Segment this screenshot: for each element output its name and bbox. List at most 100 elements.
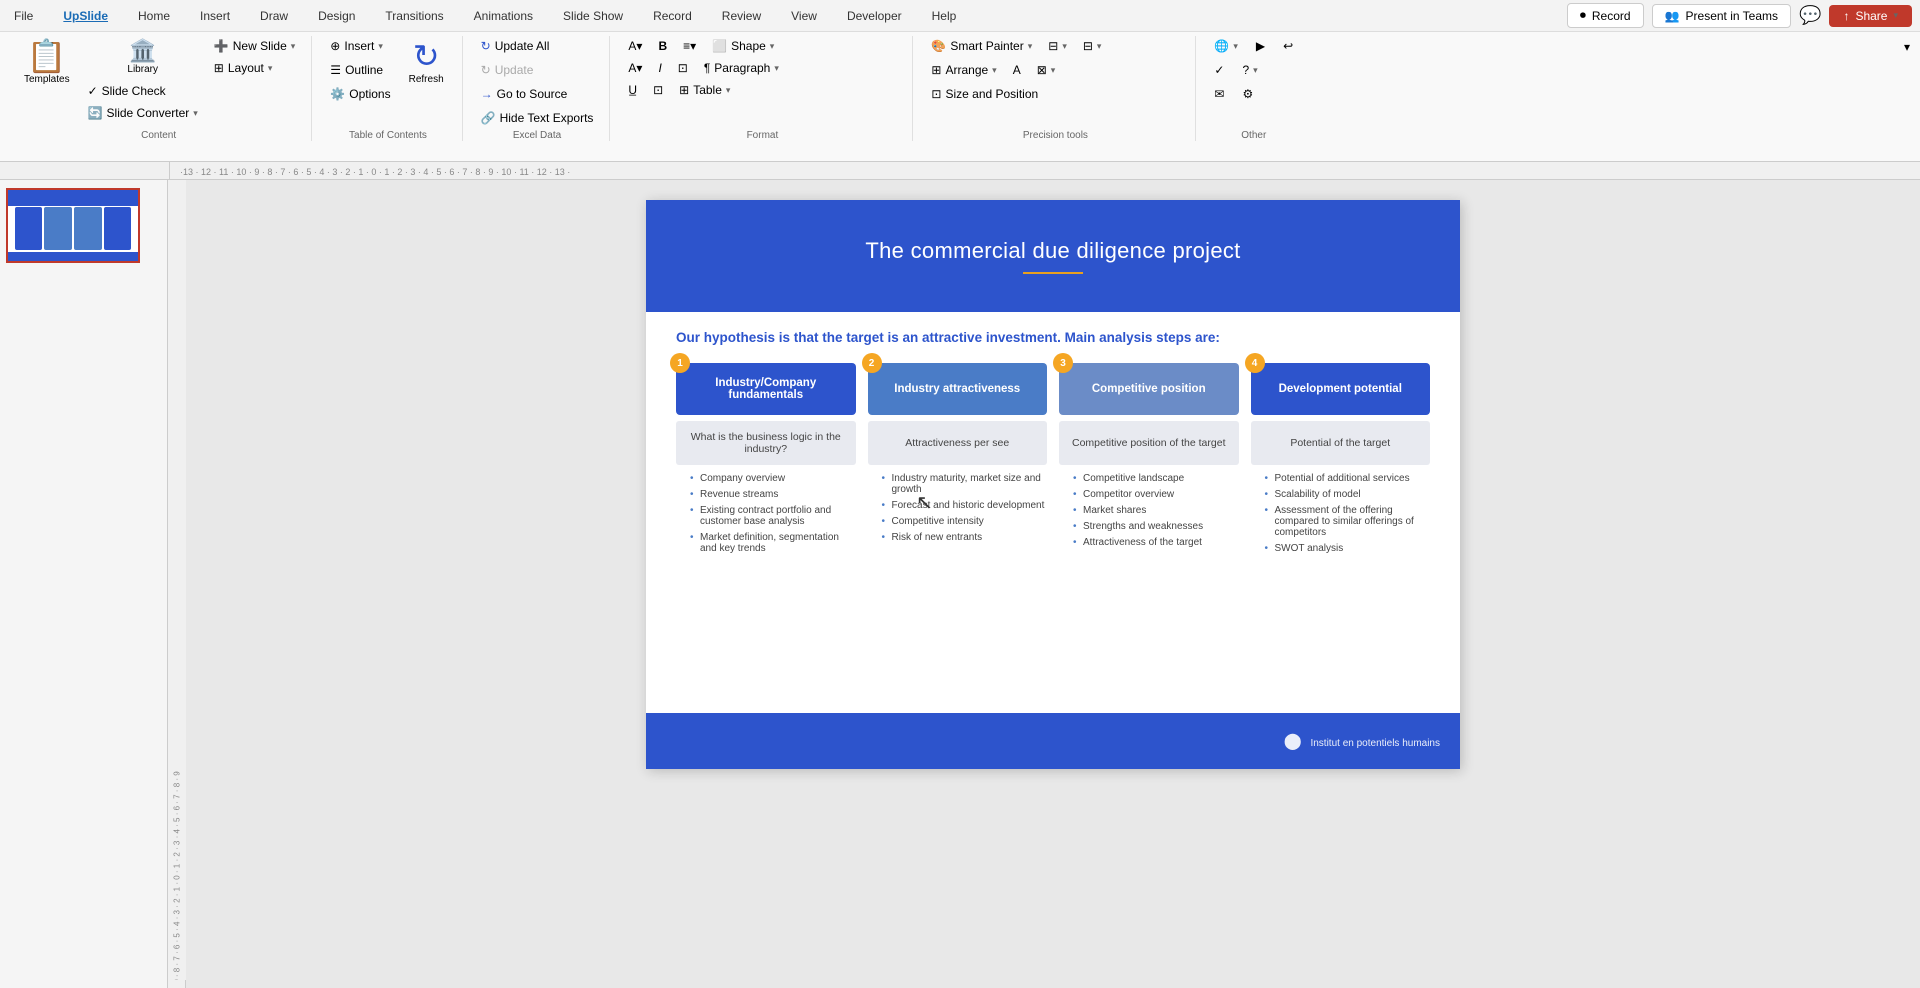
templates-button[interactable]: 📋 Templates	[16, 36, 78, 89]
library-button[interactable]: 🏛️ Library	[82, 36, 204, 79]
ribbon-group-excel-inner: ↻ Update All ↻ Update → Go to Source 🔗 H…	[475, 36, 600, 128]
text-color-button[interactable]: A▾	[622, 58, 648, 78]
slide-check-button[interactable]: ✓ Slide Check	[82, 81, 172, 101]
refresh-label: Refresh	[409, 74, 444, 85]
layout-button[interactable]: ⊞ Layout ▾	[208, 58, 302, 78]
menu-draw[interactable]: Draw	[254, 7, 294, 25]
align-button[interactable]: ≡▾	[677, 36, 702, 56]
smart-painter-label: Smart Painter	[950, 39, 1023, 53]
check-button[interactable]: ✓	[1208, 60, 1230, 80]
italic-button[interactable]: I	[652, 58, 667, 78]
play-button[interactable]: ▶	[1250, 36, 1271, 56]
menu-upslide[interactable]: UpSlide	[57, 7, 114, 25]
table-icon: ⊞	[679, 83, 689, 97]
menu-file[interactable]: File	[8, 7, 39, 25]
menu-help[interactable]: Help	[926, 7, 963, 25]
col-2-badge: 2	[862, 353, 882, 373]
outline-button[interactable]: ☰ Outline	[324, 60, 396, 80]
slide-1-container[interactable]: 1	[6, 188, 161, 263]
ribbon-group-content: 📋 Templates 🏛️ Library ✓ Slide Check	[6, 36, 312, 141]
collapse-ribbon-button[interactable]: ▾	[1900, 36, 1914, 58]
bold-icon: B	[658, 39, 667, 53]
slide-subtitle: Our hypothesis is that the target is an …	[676, 330, 1430, 345]
menu-insert[interactable]: Insert	[194, 7, 236, 25]
underline-button[interactable]: U̲	[622, 80, 643, 100]
insert-button[interactable]: ⊕ Insert ▾	[324, 36, 396, 56]
menu-developer[interactable]: Developer	[841, 7, 908, 25]
align-text-button[interactable]: A	[1007, 60, 1027, 80]
svg-text:·13 · 12 · 11 · 10 · 9 · 8 · 7: ·13 · 12 · 11 · 10 · 9 · 8 · 7 · 6 · 5 ·…	[180, 167, 570, 177]
indent-button[interactable]: ⊡	[672, 58, 694, 78]
goto-source-icon: →	[481, 87, 493, 101]
precision-group-label: Precision tools	[1023, 128, 1088, 141]
ribbon-content: 📋 Templates 🏛️ Library ✓ Slide Check	[0, 32, 1920, 145]
arrange-button[interactable]: ⊞ Arrange ▾	[925, 60, 1002, 80]
menu-review[interactable]: Review	[716, 7, 767, 25]
bold-button[interactable]: B	[652, 36, 673, 56]
question-button[interactable]: ? ▾	[1236, 60, 1263, 80]
share-button[interactable]: ↑ Share ▾	[1829, 5, 1912, 27]
distribute-button[interactable]: ⊟ ▾	[1077, 36, 1108, 56]
size-position-button[interactable]: ⊡ Size and Position	[925, 84, 1044, 104]
col-1-header: 1 Industry/Company fundamentals	[676, 363, 856, 415]
goto-source-button[interactable]: → Go to Source	[475, 84, 600, 104]
menu-animations[interactable]: Animations	[468, 7, 539, 25]
options-icon: ⚙️	[330, 87, 345, 101]
smart-painter-arrow: ▾	[1028, 41, 1033, 52]
smart-painter-button[interactable]: 🎨 Smart Painter ▾	[925, 36, 1038, 56]
question-icon: ?	[1242, 63, 1249, 77]
menu-bar: File UpSlide Home Insert Draw Design Tra…	[8, 7, 962, 25]
table-label: Table	[693, 83, 722, 97]
align-icon: ≡▾	[683, 39, 696, 53]
refresh-icon: ↻	[413, 40, 440, 72]
present-teams-button[interactable]: 👥 Present in Teams	[1652, 4, 1791, 28]
col-4-desc: Potential of the target	[1251, 421, 1431, 465]
group-button[interactable]: ⊠ ▾	[1031, 60, 1062, 80]
undo-ribbon-icon: ↩	[1283, 39, 1293, 53]
chat-button[interactable]: 💬	[1799, 5, 1821, 26]
menu-view[interactable]: View	[785, 7, 823, 25]
size-position-label: Size and Position	[945, 87, 1038, 101]
refresh-button[interactable]: ↻ Refresh	[401, 36, 452, 89]
slide-canvas[interactable]: The commercial due diligence project Our…	[646, 200, 1460, 769]
web-button[interactable]: 🌐 ▾	[1208, 36, 1243, 56]
indent2-button[interactable]: ⊡	[647, 80, 669, 100]
update-all-button[interactable]: ↻ Update All	[475, 36, 600, 56]
mail-icon: ✉	[1214, 87, 1224, 101]
size-position-icon: ⊡	[931, 87, 941, 101]
update-button[interactable]: ↻ Update	[475, 60, 600, 80]
new-slide-button[interactable]: ➕ New Slide ▾	[208, 36, 302, 56]
shape-button[interactable]: ⬜ Shape ▾	[706, 36, 780, 56]
paragraph-button[interactable]: ¶ Paragraph ▾	[698, 58, 785, 78]
library-icon: 🏛️	[129, 40, 156, 62]
slide-converter-button[interactable]: 🔄 Slide Converter ▾	[82, 103, 204, 123]
options-button[interactable]: ⚙️ Options	[324, 84, 396, 104]
record-button[interactable]: ⏺ Record	[1567, 3, 1644, 28]
templates-label: Templates	[24, 74, 70, 85]
footer-logo: ⬤ Institut en potentiels humains	[1284, 731, 1440, 751]
col-4-badge: 4	[1245, 353, 1265, 373]
update-all-label: Update All	[495, 39, 550, 53]
col-4-header: 4 Development potential	[1251, 363, 1431, 415]
menu-record-tab[interactable]: Record	[647, 7, 698, 25]
slide-footer: ⬤ Institut en potentiels humains	[646, 713, 1460, 769]
hide-text-button[interactable]: 🔗 Hide Text Exports	[475, 108, 600, 128]
ruler-horizontal: // Draw ruler ticks inline const ticks =…	[0, 162, 1920, 180]
menu-design[interactable]: Design	[312, 7, 361, 25]
font-color-button[interactable]: A▾	[622, 36, 648, 56]
web-icon: 🌐	[1214, 39, 1229, 53]
mail-button[interactable]: ✉	[1208, 84, 1230, 104]
menu-slideshow[interactable]: Slide Show	[557, 7, 629, 25]
col-1-bullet-3: Existing contract portfolio and customer…	[690, 505, 856, 527]
menu-transitions[interactable]: Transitions	[379, 7, 449, 25]
indent2-icon: ⊡	[653, 83, 663, 97]
new-slide-icon: ➕	[214, 39, 229, 53]
table-button[interactable]: ⊞ Table ▾	[673, 80, 736, 100]
col-1-bullet-1: Company overview	[690, 473, 856, 484]
undo-ribbon-button[interactable]: ↩	[1277, 36, 1299, 56]
align-cols-button[interactable]: ⊟ ▾	[1042, 36, 1073, 56]
col-2-desc: Attractiveness per see	[868, 421, 1048, 465]
menu-home[interactable]: Home	[132, 7, 176, 25]
col-2-bullet-4: Risk of new entrants	[882, 532, 1048, 543]
gear-button[interactable]: ⚙	[1236, 84, 1259, 104]
